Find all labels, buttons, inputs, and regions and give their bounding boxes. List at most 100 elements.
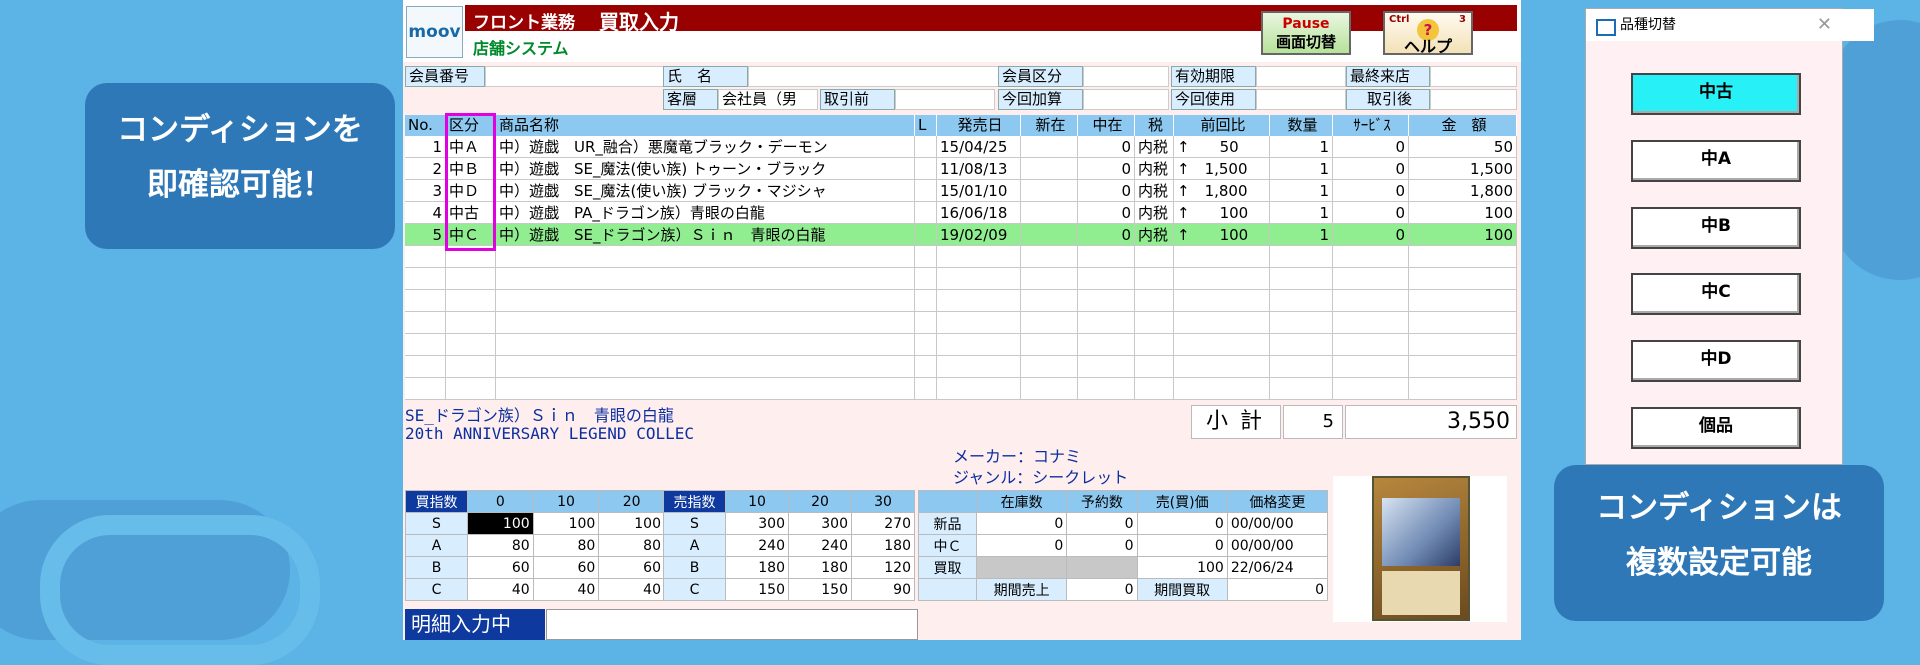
sell-value-cell[interactable]: 240 bbox=[788, 534, 852, 557]
sell-value-cell[interactable]: 300 bbox=[725, 512, 789, 535]
empty-row[interactable] bbox=[405, 290, 1517, 312]
table-row[interactable]: 2 中Ｂ 中）遊戯 SE_魔法(使い族) トゥーン・ブラック 11/08/13 … bbox=[405, 158, 1517, 180]
buy-value-cell[interactable]: 80 bbox=[532, 534, 600, 557]
empty-row[interactable] bbox=[405, 312, 1517, 334]
cell-l bbox=[915, 136, 937, 158]
table-row[interactable]: 1 中Ａ 中）遊戯 UR_融合）悪魔竜ブラック・デーモン 15/04/25 0 … bbox=[405, 136, 1517, 158]
cell-new-stock bbox=[1021, 202, 1078, 224]
sell-col-2: 30 bbox=[851, 490, 915, 513]
empty-row[interactable] bbox=[405, 334, 1517, 356]
buy-value-cell[interactable]: 60 bbox=[467, 556, 534, 579]
pause-screen-switch-button[interactable]: Pause 画面切替 bbox=[1261, 11, 1351, 55]
system-subtitle: 店舗システム bbox=[473, 39, 569, 58]
buy-value-cell[interactable]: 100 bbox=[598, 512, 665, 535]
variety-button-c[interactable]: 中C bbox=[1631, 273, 1801, 315]
pause-label: Pause bbox=[1282, 16, 1330, 32]
variety-button-b[interactable]: 中B bbox=[1631, 207, 1801, 249]
cell-used-stock: 0 bbox=[1078, 180, 1135, 202]
sell-value-cell[interactable]: 300 bbox=[788, 512, 852, 535]
table-row[interactable]: 3 中Ｄ 中）遊戯 SE_魔法(使い族) ブラック・マジシャ 15/01/10 … bbox=[405, 180, 1517, 202]
ctrl-key-label: Ctrl bbox=[1389, 14, 1410, 25]
screen-switch-label: 画面切替 bbox=[1275, 33, 1336, 51]
last-visit-field[interactable] bbox=[1430, 66, 1517, 87]
stock-cell: 0 bbox=[1136, 534, 1228, 557]
col-header-service: ｻｰﾋﾞｽ bbox=[1333, 115, 1409, 136]
cell-no: 2 bbox=[405, 158, 446, 180]
grade-label: B bbox=[663, 556, 726, 579]
table-row-selected[interactable]: 5 中Ｃ 中）遊戯 SE_ドラゴン族）Ｓｉｎ 青眼の白龍 19/02/09 0 … bbox=[405, 224, 1517, 246]
sell-value-cell[interactable]: 90 bbox=[851, 578, 915, 601]
period-empty bbox=[918, 578, 977, 601]
member-no-label: 会員番号 bbox=[405, 66, 485, 87]
cell-no: 4 bbox=[405, 202, 446, 224]
buy-value-cell[interactable]: 40 bbox=[532, 578, 600, 601]
sell-value-cell[interactable]: 270 bbox=[851, 512, 915, 535]
stock-cell: 0 bbox=[1136, 512, 1228, 535]
sell-value-cell[interactable]: 180 bbox=[851, 534, 915, 557]
after-label: 取引後 bbox=[1346, 89, 1430, 110]
use-field[interactable] bbox=[1256, 89, 1346, 110]
table-row[interactable]: 4 中古 中）遊戯 PA_ドラゴン族）青眼の白龍 16/06/18 0 内税 ↑… bbox=[405, 202, 1517, 224]
stock-corner bbox=[918, 490, 977, 513]
buy-value-cell[interactable]: 40 bbox=[467, 578, 534, 601]
buy-value-cell[interactable]: 80 bbox=[467, 534, 534, 557]
sell-value-cell[interactable]: 150 bbox=[788, 578, 852, 601]
variety-button-a[interactable]: 中A bbox=[1631, 140, 1801, 182]
cell-service: 0 bbox=[1333, 202, 1409, 224]
cell-product: 中）遊戯 PA_ドラゴン族）青眼の白龍 bbox=[496, 202, 915, 224]
cell-amount: 100 bbox=[1409, 202, 1517, 224]
sell-value-cell[interactable]: 150 bbox=[725, 578, 789, 601]
grade-label: S bbox=[405, 512, 468, 535]
sell-index-table: 売指数 10 20 30 S 300 300 270 A 240 240 180… bbox=[663, 490, 915, 601]
item-grid: 1 中Ａ 中）遊戯 UR_融合）悪魔竜ブラック・デーモン 15/04/25 0 … bbox=[405, 136, 1517, 400]
after-field[interactable] bbox=[1430, 89, 1517, 110]
cell-tax: 内税 bbox=[1135, 158, 1174, 180]
before-label: 取引前 bbox=[820, 89, 895, 110]
buy-value-cell[interactable]: 100 bbox=[467, 512, 534, 535]
variety-button-d[interactable]: 中D bbox=[1631, 340, 1801, 382]
period-sales-label: 期間売上 bbox=[975, 578, 1068, 601]
sell-value-cell[interactable]: 180 bbox=[725, 556, 789, 579]
customer-field[interactable]: 会社員（男 bbox=[718, 89, 818, 110]
stock-cell: 0 bbox=[1066, 534, 1138, 557]
stock-table: 在庫数 予約数 売(買)価 価格変更 新品 0 0 0 00/00/00 中Ｃ … bbox=[918, 490, 1329, 601]
period-buy-label: 期間買取 bbox=[1136, 578, 1228, 601]
buy-value-cell[interactable]: 40 bbox=[598, 578, 665, 601]
cell-l bbox=[915, 202, 937, 224]
expiry-field[interactable] bbox=[1256, 66, 1346, 87]
callout-right-line1: コンディションは bbox=[1596, 490, 1842, 526]
subtotal-count: 5 bbox=[1283, 405, 1343, 439]
purchase-entry-window: moov フロント業務 買取入力 店舗システム Pause 画面切替 Ctrl … bbox=[403, 0, 1521, 640]
cell-l bbox=[915, 158, 937, 180]
stock-cell: 00/00/00 bbox=[1226, 534, 1329, 557]
sell-value-cell[interactable]: 240 bbox=[725, 534, 789, 557]
buy-value-cell[interactable]: 100 bbox=[532, 512, 600, 535]
buy-value-cell[interactable]: 60 bbox=[598, 556, 665, 579]
cell-tax: 内税 bbox=[1135, 202, 1174, 224]
sell-value-cell[interactable]: 180 bbox=[788, 556, 852, 579]
detail-input-field[interactable] bbox=[546, 609, 918, 640]
before-field[interactable] bbox=[895, 89, 995, 110]
empty-row[interactable] bbox=[405, 356, 1517, 378]
buy-value-cell[interactable]: 60 bbox=[532, 556, 600, 579]
variety-button-single[interactable]: 個品 bbox=[1631, 407, 1801, 449]
col-header-release-date: 発売日 bbox=[937, 115, 1021, 136]
member-class-field[interactable] bbox=[1083, 66, 1169, 87]
cell-prev-ratio: ↑ 50 bbox=[1174, 136, 1270, 158]
empty-row[interactable] bbox=[405, 268, 1517, 290]
name-field[interactable] bbox=[748, 66, 1008, 87]
stock-header: 売(買)価 bbox=[1136, 490, 1228, 513]
buy-value-cell[interactable]: 80 bbox=[598, 534, 665, 557]
detail-name-line2: 20th ANNIVERSARY LEGEND COLLEC bbox=[405, 424, 694, 443]
close-icon[interactable]: ✕ bbox=[1817, 9, 1832, 41]
member-no-field[interactable] bbox=[485, 66, 665, 87]
sell-value-cell[interactable]: 120 bbox=[851, 556, 915, 579]
add-field[interactable] bbox=[1083, 89, 1169, 110]
grade-label: A bbox=[663, 534, 726, 557]
empty-row[interactable] bbox=[405, 246, 1517, 268]
stock-cell: 00/00/00 bbox=[1226, 512, 1329, 535]
help-button[interactable]: Ctrl 3 ? ヘルプ bbox=[1383, 11, 1473, 56]
cell-new-stock bbox=[1021, 158, 1078, 180]
variety-button-used[interactable]: 中古 bbox=[1631, 73, 1801, 115]
empty-row[interactable] bbox=[405, 378, 1517, 400]
